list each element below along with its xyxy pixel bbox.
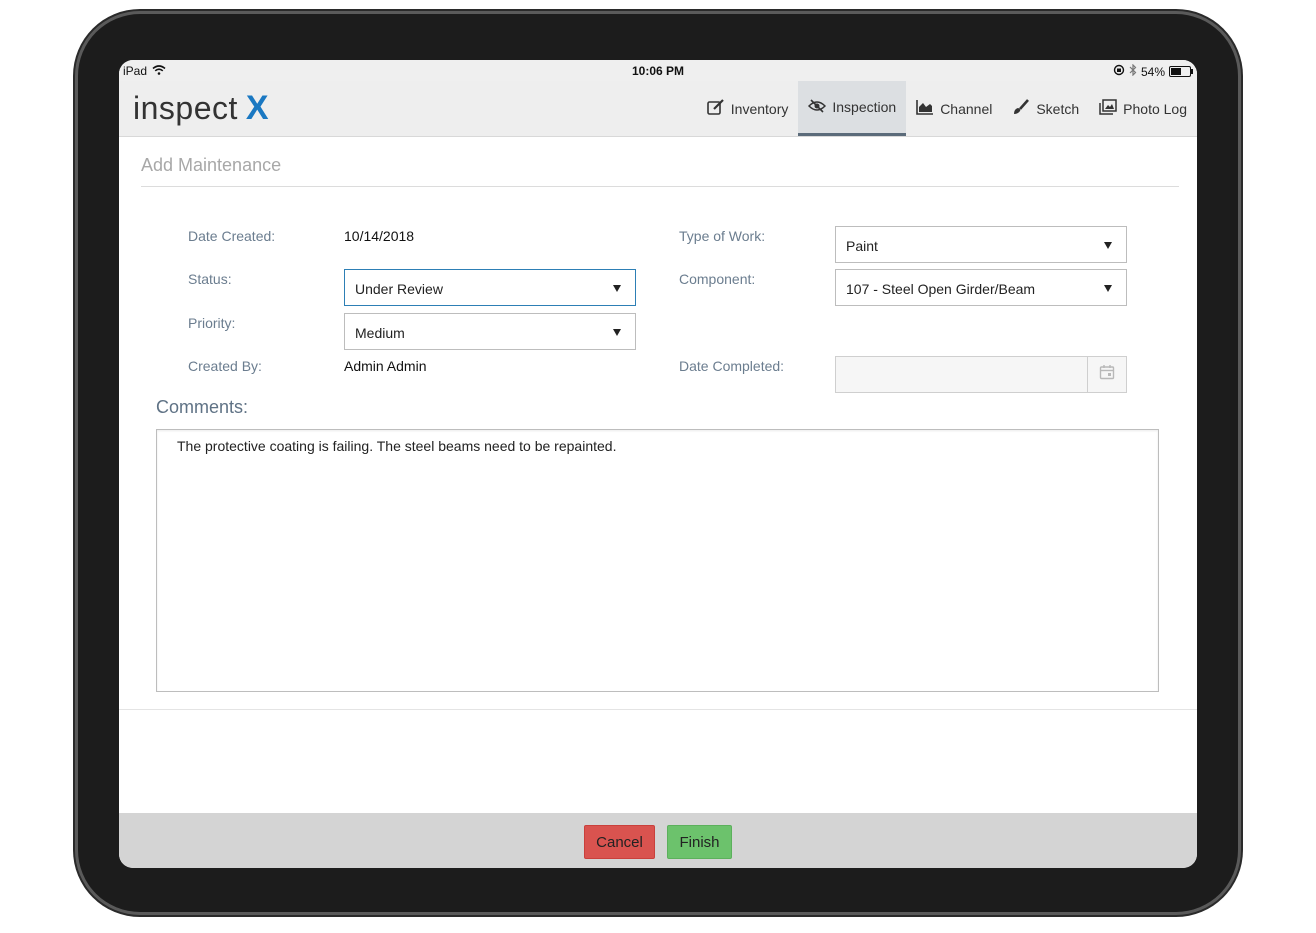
priority-select-value: Medium [355, 325, 405, 341]
top-navbar: inspect X Inventory Inspection Channel S… [119, 81, 1197, 137]
created-by-label: Created By: [188, 358, 262, 374]
divider [141, 186, 1179, 187]
logo-text: inspect [133, 90, 238, 126]
tab-sketch[interactable]: Sketch [1002, 81, 1089, 136]
created-by-value: Admin Admin [344, 358, 427, 374]
clock: 10:06 PM [631, 64, 685, 78]
images-icon [1099, 99, 1117, 118]
type-of-work-label: Type of Work: [679, 228, 766, 244]
priority-select[interactable]: Medium [344, 313, 636, 350]
tab-inspection-label: Inspection [832, 99, 897, 115]
tab-inventory[interactable]: Inventory [697, 81, 799, 136]
nav-tabs: Inventory Inspection Channel Sketch Phot… [697, 81, 1197, 136]
status-label: Status: [188, 271, 232, 287]
app-logo[interactable]: inspect X [133, 89, 269, 128]
divider [119, 709, 1197, 710]
tab-sketch-label: Sketch [1036, 100, 1080, 117]
component-label: Component: [679, 271, 756, 287]
logo-mark: X [245, 89, 270, 127]
tab-photo-log-label: Photo Log [1123, 100, 1187, 117]
cancel-button[interactable]: Cancel [584, 825, 655, 859]
tab-channel[interactable]: Channel [906, 81, 1002, 136]
battery-percent: 54% [1140, 64, 1165, 79]
caret-down-icon [1104, 285, 1112, 292]
caret-down-icon [613, 285, 621, 292]
battery-icon [1169, 66, 1193, 77]
tab-inspection[interactable]: Inspection [798, 81, 907, 136]
comments-textarea[interactable]: The protective coating is failing. The s… [156, 429, 1159, 692]
tab-photo-log[interactable]: Photo Log [1089, 81, 1197, 136]
ios-status-bar: iPad 10:06 PM 54% [119, 60, 1197, 81]
comments-label: Comments: [156, 397, 249, 417]
date-created-value: 10/14/2018 [344, 228, 415, 244]
paintbrush-icon [1012, 99, 1030, 118]
status-select-value: Under Review [355, 281, 443, 297]
type-of-work-select[interactable]: Paint [835, 226, 1127, 263]
edit-icon [706, 99, 725, 118]
app-screen: iPad 10:06 PM 54% inspect X Inventory In… [119, 60, 1197, 868]
eye-slash-icon [808, 98, 827, 117]
orientation-lock-icon [1113, 64, 1125, 79]
date-completed-label: Date Completed: [679, 358, 785, 374]
caret-down-icon [1104, 242, 1112, 249]
tab-inventory-label: Inventory [730, 100, 789, 117]
caret-down-icon [613, 329, 621, 336]
status-select[interactable]: Under Review [344, 269, 636, 306]
calendar-icon [1099, 364, 1115, 385]
type-of-work-select-value: Paint [846, 238, 878, 254]
date-created-label: Date Created: [188, 228, 276, 244]
tab-channel-label: Channel [940, 100, 993, 117]
date-picker-button[interactable] [1087, 357, 1126, 392]
bluetooth-icon [1129, 63, 1137, 79]
component-select-value: 107 - Steel Open Girder/Beam [846, 281, 1036, 297]
finish-button[interactable]: Finish [667, 825, 732, 859]
date-completed-input[interactable] [835, 356, 1127, 393]
area-chart-icon [916, 99, 934, 118]
priority-label: Priority: [188, 315, 236, 331]
footer-bar: Cancel Finish [119, 813, 1197, 868]
component-select[interactable]: 107 - Steel Open Girder/Beam [835, 269, 1127, 306]
page-title: Add Maintenance [141, 155, 282, 175]
